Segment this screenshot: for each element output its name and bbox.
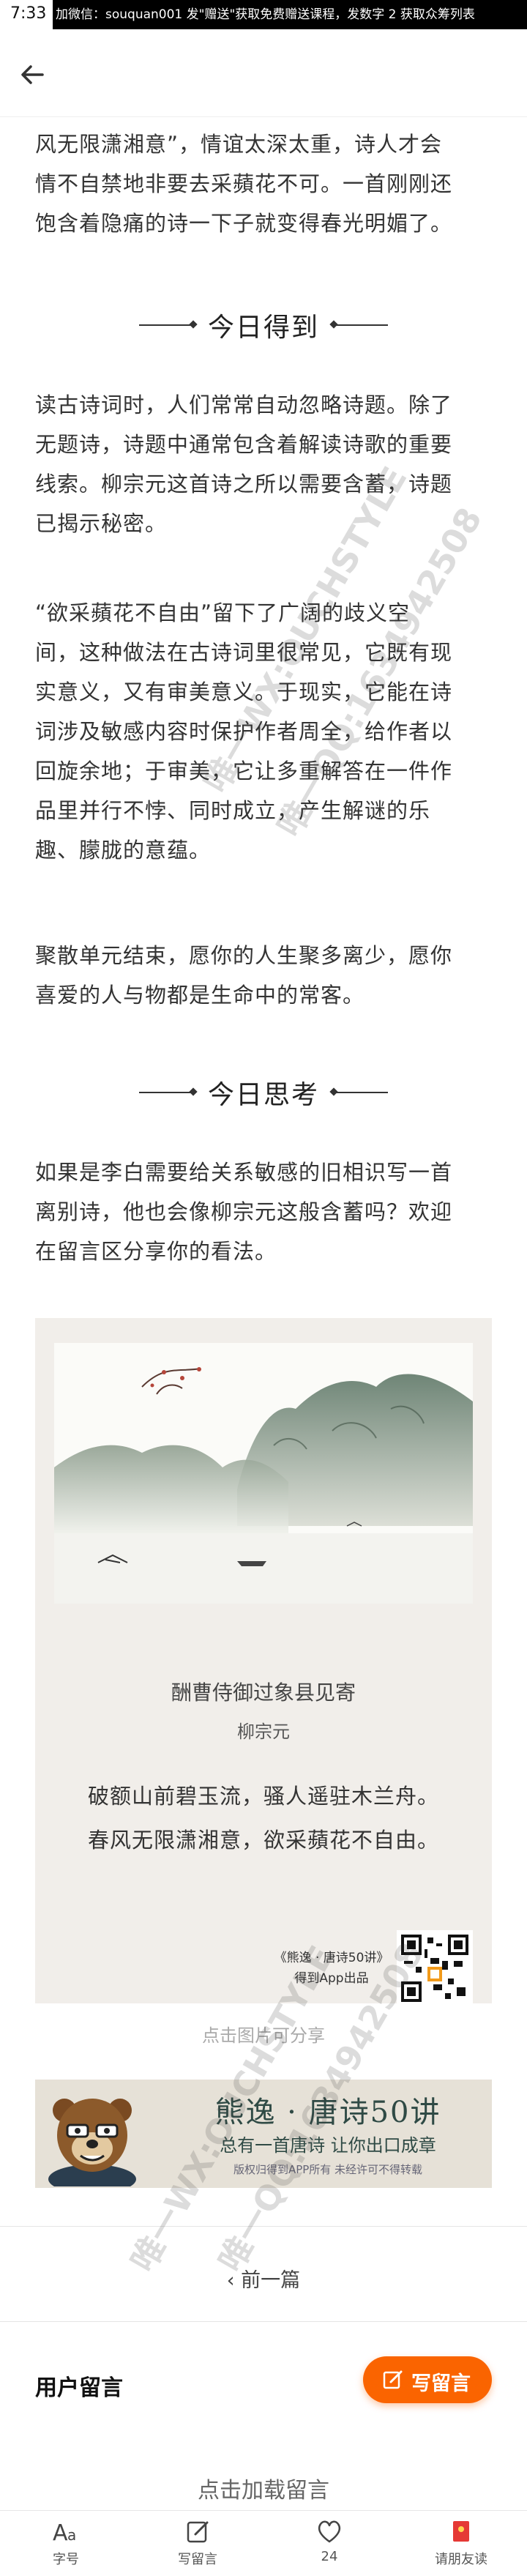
poem-line: 春风无限潇湘意，欲采蘋花不自由。 xyxy=(87,1828,439,1853)
text-line: 无题诗，诗题中通常包含着解读诗歌的重要 xyxy=(35,432,453,457)
poem-share-card[interactable]: 酬曹侍御过象县见寄 柳宗元 破额山前碧玉流，骚人遥驻木兰舟。 春风无限潇湘意，欲… xyxy=(35,1318,492,2006)
paragraph-2: “欲采蘋花不自由”留下了广阔的歧义空 间，这种做法在古诗词里很常见，它既有现 实… xyxy=(35,593,492,870)
section-heading-today-think: 今日思考 xyxy=(0,1073,527,1112)
text-line: 聚散单元结束，愿你的人生聚多离少，愿你 xyxy=(35,943,453,968)
poem-author: 柳宗元 xyxy=(237,1721,290,1742)
status-bar: 7:33 加微信：souquan001 发"赠送"获取免费赠送课程，发数字 2 … xyxy=(0,0,527,29)
text-line: 间，这种做法在古诗词里很常见，它既有现 xyxy=(35,640,453,665)
card-caption: 点击图片可分享 xyxy=(202,2025,325,2046)
text-line: 在留言区分享你的看法。 xyxy=(35,1239,277,1264)
text-line: 如果是李白需要给关系敏感的旧相识写一首 xyxy=(35,1160,453,1185)
text-line: 品里并行不悖、同时成立，产生解谜的乐 xyxy=(35,798,431,823)
paragraph-1: 读古诗词时，人们常常自动忽略诗题。除了 无题诗，诗题中通常包含着解读诗歌的重要 … xyxy=(35,385,492,543)
text-line: 回旋余地；于审美，它让多重解答在一件作 xyxy=(35,759,453,783)
text-line: “欲采蘋花不自由”留下了广阔的歧义空 xyxy=(35,600,411,625)
heart-icon xyxy=(318,2520,341,2543)
promo-title: 熊逸 · 唐诗50讲 xyxy=(214,2096,441,2129)
svg-text:A: A xyxy=(53,2520,68,2546)
heading-ornament-left xyxy=(138,324,192,326)
back-arrow-icon[interactable] xyxy=(16,59,48,91)
promo-banner-text: 加微信：souquan001 发"赠送"获取免费赠送课程，发数字 2 获取众筹列… xyxy=(53,0,527,29)
promo-copyright: 版权归得到APP所有 未经许可不得转载 xyxy=(233,2163,423,2176)
write-comment-label: 写留言 xyxy=(411,2372,471,2395)
paragraph-4: 如果是李白需要给关系敏感的旧相识写一首 离别诗，他也会像柳宗元这般含蓄吗？欢迎 … xyxy=(35,1153,492,1271)
load-comments-link[interactable]: 点击加载留言 xyxy=(0,2472,527,2504)
text-line: 风无限潇湘意”，情谊太深太重，诗人才会 xyxy=(35,132,443,157)
comments-title: 用户留言 xyxy=(35,2375,123,2401)
write-comment-button[interactable]: 写留言 xyxy=(363,2356,492,2403)
invite-icon xyxy=(453,2521,469,2542)
bottom-toolbar: A a 字号 写留言 24 请朋友读 xyxy=(0,2510,527,2576)
paragraph-3: 聚散单元结束，愿你的人生聚多离少，愿你 喜爱的人与物都是生命中的常客。 xyxy=(35,936,492,1015)
heading-ornament-left xyxy=(138,1092,192,1093)
text-line: 线索。柳宗元这首诗之所以需要含蓄，诗题 xyxy=(35,472,453,496)
divider xyxy=(0,2226,527,2227)
poem-title: 酬曹侍御过象县见寄 xyxy=(171,1680,356,1705)
text-line: 已揭示秘密。 xyxy=(35,511,168,536)
text-line: 读古诗词时，人们常常自动忽略诗题。除了 xyxy=(35,392,453,417)
tab-label: 字号 xyxy=(53,2552,79,2567)
text-line: 离别诗，他也会像柳宗元这般含蓄吗？欢迎 xyxy=(35,1199,453,1224)
font-size-icon: A a xyxy=(53,2520,76,2546)
text-line: 实意义，又有审美意义。于现实，它能在诗 xyxy=(35,680,453,704)
tab-like[interactable]: 24 xyxy=(264,2511,395,2576)
tab-font-size[interactable]: A a 字号 xyxy=(0,2511,132,2576)
edit-icon xyxy=(187,2521,209,2543)
promo-subtitle: 总有一首唐诗 让你出口成章 xyxy=(220,2135,436,2156)
svg-text:a: a xyxy=(67,2526,76,2544)
tab-invite-friend[interactable]: 请朋友读 xyxy=(395,2511,527,2576)
text-line: 趣、朦胧的意蕴。 xyxy=(35,838,212,863)
text-line: 饱含着隐痛的诗一下子就变得春光明媚了。 xyxy=(35,211,453,236)
heading-text: 今日思考 xyxy=(207,1080,319,1110)
tab-label: 请朋友读 xyxy=(435,2552,487,2567)
text-line: 喜爱的人与物都是生命中的常客。 xyxy=(35,983,365,1008)
nav-bar xyxy=(0,29,527,117)
heading-ornament-right xyxy=(335,324,388,326)
source-line: 得到App出品 xyxy=(294,1971,369,1986)
tab-write-comment[interactable]: 写留言 xyxy=(132,2511,264,2576)
text-line: 情不自禁地非要去采蘋花不可。一首刚刚还 xyxy=(35,171,453,196)
qr-code-icon xyxy=(397,1930,473,2006)
bear-mascot-icon xyxy=(48,2099,136,2186)
heading-text: 今日得到 xyxy=(207,313,319,343)
status-time: 7:33 xyxy=(10,4,47,23)
poem-line: 破额山前碧玉流，骚人遥驻木兰舟。 xyxy=(87,1784,439,1809)
section-heading-today-gain: 今日得到 xyxy=(0,306,527,344)
source-line: 《熊逸 · 唐诗50讲》 xyxy=(274,1951,389,1965)
divider xyxy=(0,2321,527,2322)
landscape-painting xyxy=(54,1343,473,1604)
heading-ornament-right xyxy=(335,1092,388,1093)
course-promo-banner[interactable]: 熊逸 · 唐诗50讲 总有一首唐诗 让你出口成章 版权归得到APP所有 未经许可… xyxy=(35,2080,492,2188)
tab-label: 写留言 xyxy=(178,2552,217,2567)
text-line: 词涉及敏感内容时保护作者周全，给作者以 xyxy=(35,719,453,744)
poem-source: 《熊逸 · 唐诗50讲》 得到App出品 xyxy=(255,1948,408,1989)
like-count: 24 xyxy=(321,2549,338,2564)
edit-icon xyxy=(383,2370,403,2389)
intro-paragraph: 风无限潇湘意”，情谊太深太重，诗人才会 情不自禁地非要去采蘋花不可。一首刚刚还 … xyxy=(35,124,492,243)
prev-article-link[interactable]: ‹ 前一篇 xyxy=(0,2264,527,2293)
